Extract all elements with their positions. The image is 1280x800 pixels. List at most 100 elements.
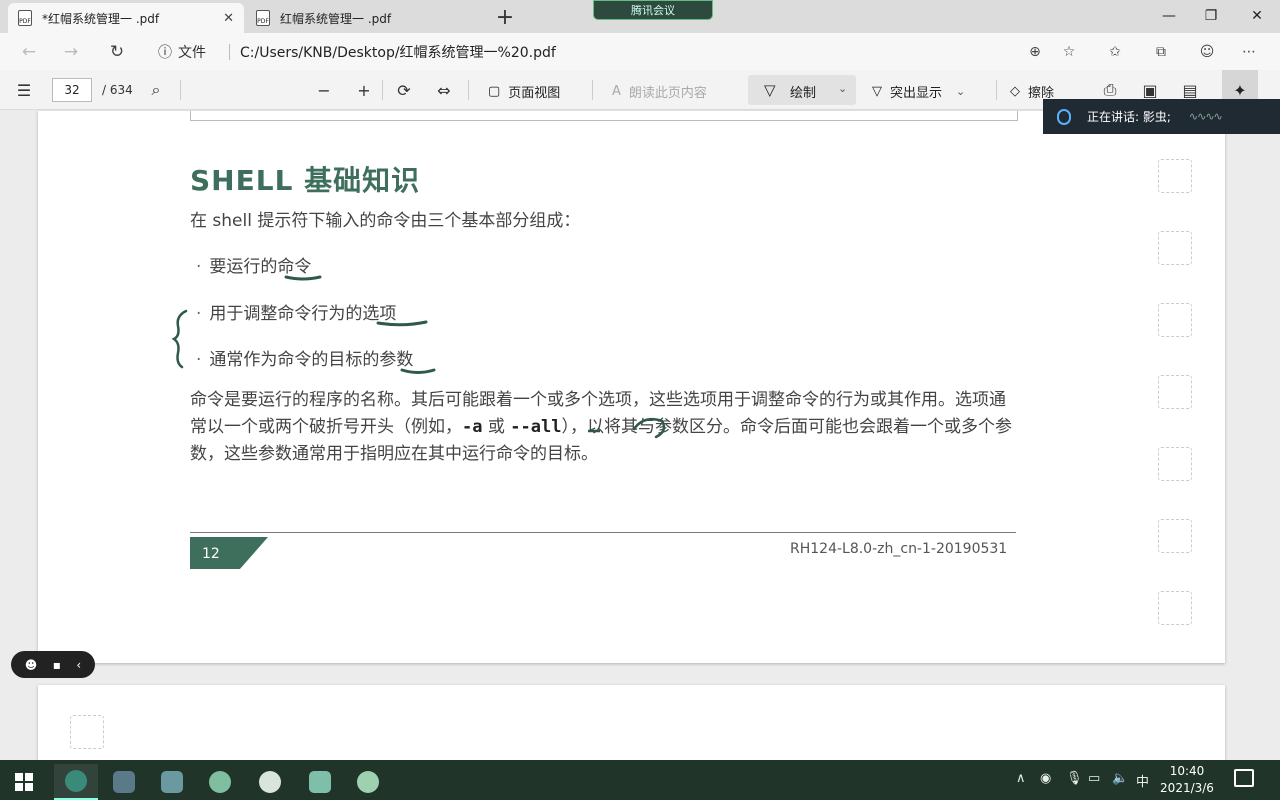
bullet-dot: · — [196, 304, 202, 324]
draw-label: 绘制 — [790, 86, 817, 101]
forward-button[interactable]: → — [58, 39, 84, 65]
thumbnail-placeholder — [1158, 159, 1192, 193]
ink-underline — [284, 275, 322, 281]
divider — [592, 80, 593, 100]
emoji-icon[interactable]: ☻ — [25, 658, 38, 672]
tray-app-icon[interactable]: ◉ — [1040, 771, 1051, 786]
page-total: / 634 — [102, 83, 133, 97]
chevron-up-icon[interactable]: ∧ — [1016, 771, 1026, 786]
address-bar: ← → ↻ ⓘ 文件 C:/Users/KNB/Desktop/红帽系统管理一%… — [0, 33, 1280, 70]
edge-icon — [65, 770, 87, 792]
restore-button[interactable]: ❐ — [1188, 2, 1234, 30]
info-icon: ⓘ — [158, 45, 172, 61]
draw-button[interactable]: ▽ 绘制 ⌄ — [748, 75, 856, 105]
store-icon — [113, 771, 135, 793]
page-number-input[interactable]: 32 — [52, 78, 92, 102]
ink-underline — [400, 368, 436, 374]
thumbnail-placeholder — [1158, 375, 1192, 409]
taskbar-meeting[interactable] — [298, 764, 342, 800]
zoom-in-icon[interactable]: + — [352, 79, 376, 101]
bullet-keyword: 命令 — [277, 257, 312, 277]
url-field[interactable]: C:/Users/KNB/Desktop/红帽系统管理一%20.pdf — [240, 42, 556, 62]
search-icon[interactable]: ⌕ — [144, 79, 168, 101]
file-indicator[interactable]: ⓘ 文件 — [158, 42, 206, 62]
title-bar: PDF *红帽系统管理一 .pdf ✕ PDF 红帽系统管理一 .pdf + 腾… — [0, 0, 1280, 33]
zoom-out-icon[interactable]: − — [312, 79, 336, 101]
document-code: RH124-L8.0-zh_cn-1-20190531 — [790, 541, 1008, 557]
start-button[interactable] — [2, 764, 46, 800]
body-paragraph: 命令是要运行的程序的名称。其后可能跟着一个或多个选项，这些选项用于调整命令的行为… — [190, 387, 1020, 468]
taskbar-chrome[interactable] — [198, 764, 242, 800]
divider — [468, 80, 469, 100]
favorite-add-icon[interactable]: ☆ — [1058, 41, 1080, 63]
divider — [229, 44, 230, 60]
contents-icon[interactable]: ☰ — [12, 79, 36, 101]
rotate-icon[interactable]: ⟳ — [392, 79, 416, 101]
section-heading: SHELL 基础知识 — [190, 164, 421, 197]
footer-rule — [190, 532, 1016, 533]
intro-text: 在 shell 提示符下输入的命令由三个基本部分组成： — [190, 211, 581, 231]
list-item: · 通常作为命令的目标的参数 — [196, 345, 413, 370]
zoom-icon[interactable]: ⊕ — [1024, 41, 1046, 63]
thumbnail-placeholder — [1158, 519, 1192, 553]
app-icon — [161, 771, 183, 793]
chevron-left-icon[interactable]: ‹ — [76, 658, 81, 672]
new-tab-button[interactable]: + — [492, 4, 518, 30]
thumbnail-placeholder — [1158, 231, 1192, 265]
close-icon[interactable]: ✕ — [223, 11, 234, 26]
list-item: · 要运行的命令 — [196, 252, 311, 277]
read-aloud-icon: A — [612, 84, 621, 99]
meeting-badge[interactable]: 腾讯会议 — [593, 0, 713, 20]
chevron-down-icon[interactable]: ⌄ — [838, 82, 847, 95]
windows-icon — [15, 773, 33, 791]
floating-toolbar: ☻ ▪ ‹ — [11, 651, 95, 678]
page-number-tag: 12 — [190, 537, 268, 569]
divider — [996, 80, 997, 100]
profile-icon[interactable]: ☺ — [1196, 41, 1218, 63]
app-icon — [259, 771, 281, 793]
notification-icon[interactable] — [1234, 769, 1254, 787]
print-icon[interactable]: ⎙ — [1098, 79, 1122, 101]
tab-pdf-edited[interactable]: PDF *红帽系统管理一 .pdf ✕ — [8, 3, 244, 33]
refresh-button[interactable]: ↻ — [104, 39, 130, 65]
bullet-text: 通常作为命令的目标的 — [209, 350, 380, 370]
more-icon[interactable]: ⋯ — [1238, 41, 1260, 63]
taskbar-app[interactable] — [248, 764, 292, 800]
save-as-icon[interactable]: ▤ — [1178, 79, 1202, 101]
microphone-icon — [1057, 108, 1071, 125]
clock[interactable]: 10:40 2021/3/6 — [1160, 763, 1214, 797]
pdf-page-next — [38, 685, 1225, 765]
pdf-file-icon: PDF — [256, 10, 270, 26]
close-window-button[interactable]: ✕ — [1234, 2, 1280, 30]
favorites-icon[interactable]: ✩ — [1104, 41, 1126, 63]
highlight-button[interactable]: ▽ 突出显示 ⌄ — [872, 82, 965, 101]
file-label: 文件 — [178, 45, 206, 61]
bullet-keyword: 选项 — [362, 304, 397, 324]
taskbar-app[interactable] — [150, 764, 194, 800]
taskbar: ∧ ◉ 🎙 ▭ 🔈 中 — [0, 760, 1280, 800]
taskbar-edge[interactable] — [54, 764, 98, 800]
bullet-dot: · — [196, 257, 202, 277]
back-button[interactable]: ← — [16, 39, 42, 65]
page-view-button[interactable]: ▢ 页面视图 — [488, 82, 560, 101]
taskbar-app[interactable] — [346, 764, 390, 800]
save-icon[interactable]: ▣ — [1138, 79, 1162, 101]
read-aloud-button[interactable]: A 朗读此页内容 — [612, 82, 707, 101]
tab-pdf[interactable]: PDF 红帽系统管理一 .pdf — [246, 3, 482, 33]
clock-date: 2021/3/6 — [1160, 781, 1214, 795]
minimize-button[interactable]: — — [1146, 2, 1192, 30]
page-view-label: 页面视图 — [508, 86, 561, 101]
speaking-label: 正在讲话: 影虫; — [1087, 110, 1171, 124]
ime-indicator[interactable]: 中 — [1136, 771, 1149, 790]
fit-width-icon[interactable]: ⇔ — [432, 79, 456, 101]
chat-icon[interactable]: ▪ — [53, 658, 61, 672]
audio-wave-icon: ∿∿∿∿ — [1188, 110, 1223, 123]
taskbar-store[interactable] — [102, 764, 146, 800]
clock-time: 10:40 — [1169, 764, 1205, 778]
microphone-icon[interactable]: 🎙 — [1066, 771, 1083, 786]
collections-icon[interactable]: ⧉ — [1150, 41, 1172, 63]
chevron-down-icon[interactable]: ⌄ — [956, 85, 965, 98]
thumbnail-placeholder — [70, 715, 104, 749]
network-icon[interactable]: ▭ — [1088, 771, 1100, 786]
volume-icon[interactable]: 🔈 — [1112, 771, 1128, 786]
